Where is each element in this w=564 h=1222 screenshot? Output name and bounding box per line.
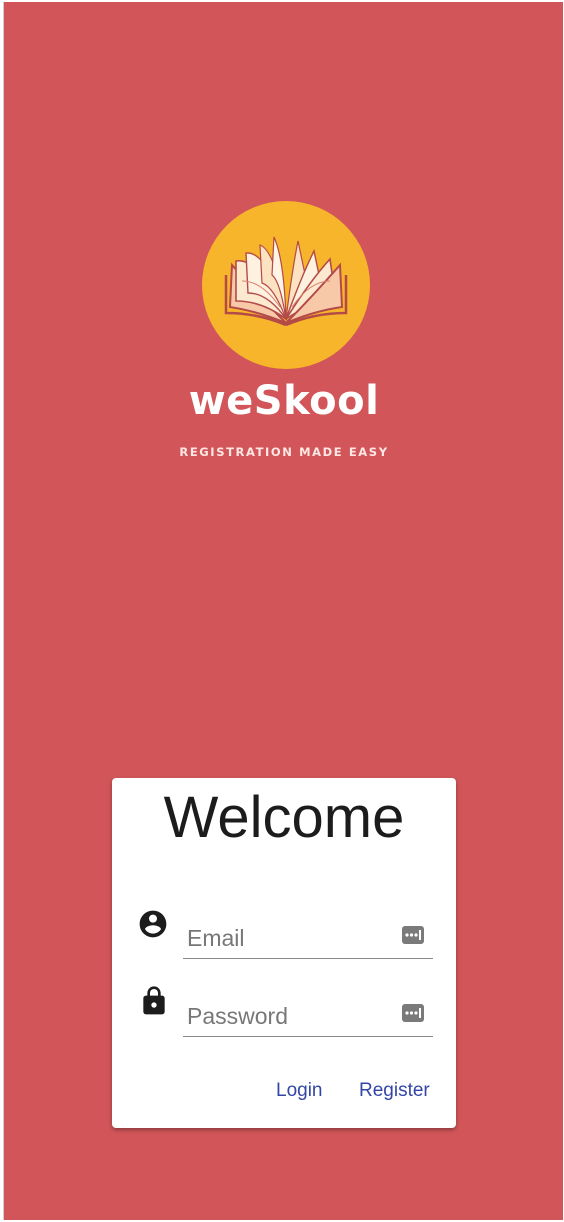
login-card: Welcome Email Login Register — [112, 778, 456, 1128]
welcome-title: Welcome — [163, 785, 405, 850]
email-field — [183, 914, 433, 959]
password-manager-icon[interactable] — [401, 924, 425, 946]
open-book-icon — [224, 236, 348, 327]
password-field — [183, 992, 433, 1037]
brand-name: weSkool — [188, 378, 380, 424]
logo — [202, 201, 370, 369]
login-button[interactable]: Login — [276, 1080, 323, 1102]
password-manager-icon[interactable] — [401, 1002, 425, 1024]
app-screen: weSkool REGISTRATION MADE EASY Welcome E… — [3, 2, 563, 1220]
email-input[interactable] — [185, 924, 389, 953]
password-input[interactable] — [185, 1002, 389, 1031]
brand-tagline: REGISTRATION MADE EASY — [179, 445, 389, 459]
lock-icon — [143, 986, 165, 1015]
register-button[interactable]: Register — [359, 1080, 430, 1102]
account-circle-icon — [139, 910, 167, 938]
